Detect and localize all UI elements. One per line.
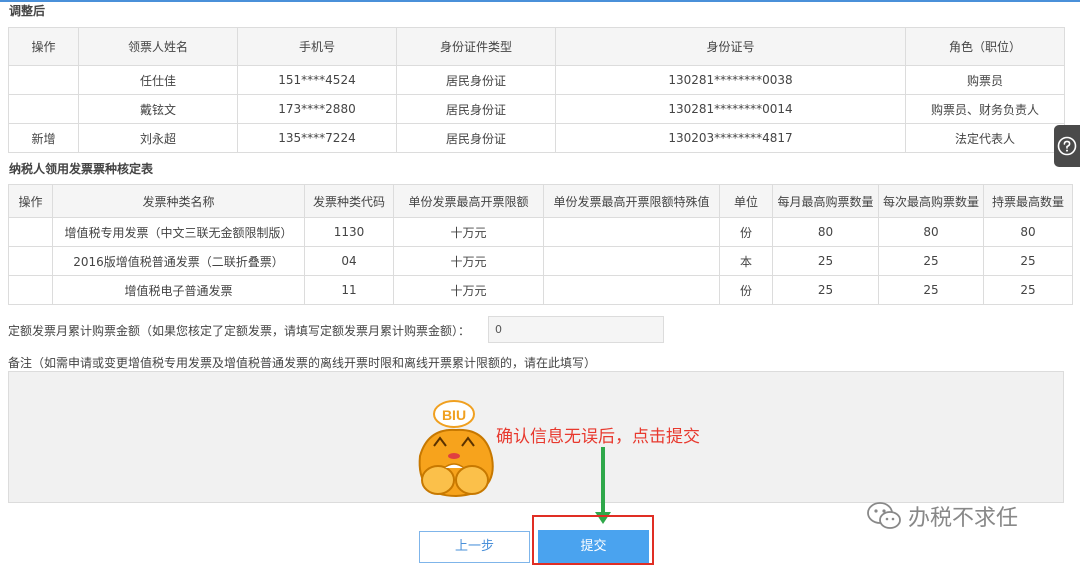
col-header: 持票最高数量 [983, 184, 1073, 218]
cell-max-amount: 十万元 [393, 246, 544, 276]
cell-special-value [543, 246, 720, 276]
cell-id-number: 130281********0014 [555, 94, 906, 124]
col-header: 单份发票最高开票限额 [393, 184, 544, 218]
cell-monthly-max: 25 [772, 275, 879, 305]
col-header: 每次最高购票数量 [878, 184, 984, 218]
cell-name: 戴铉文 [78, 94, 238, 124]
cell-holding-max: 25 [983, 246, 1073, 276]
submit-button[interactable]: 提交 [538, 530, 649, 563]
top-rule [0, 0, 1080, 2]
table-row: 增值税电子普通发票 11 十万元 份 25 25 25 [8, 275, 1073, 305]
cell-id-type: 居民身份证 [396, 65, 556, 95]
col-header: 操作 [8, 27, 79, 66]
table-row: 任仕佳 151****4524 居民身份证 130281********0038… [8, 65, 1065, 95]
cell-action: 新增 [8, 123, 79, 153]
cell-id-type: 居民身份证 [396, 123, 556, 153]
cell-invoice-name: 2016版增值税普通发票（二联折叠票） [52, 246, 305, 276]
cell-role: 购票员、财务负责人 [905, 94, 1065, 124]
table-row: 戴铉文 173****2880 居民身份证 130281********0014… [8, 94, 1065, 124]
cell-invoice-name: 增值税电子普通发票 [52, 275, 305, 305]
remarks-label: 备注（如需申请或变更增值税专用发票及增值税普通发票的离线开票时限和离线开票累计限… [8, 356, 597, 370]
cell-monthly-max: 25 [772, 246, 879, 276]
table-header-row: 操作 发票种类名称 发票种类代码 单份发票最高开票限额 单份发票最高开票限额特殊… [8, 184, 1073, 218]
cell-phone: 135****7224 [237, 123, 397, 153]
col-header: 每月最高购票数量 [772, 184, 879, 218]
pointer-arrow-shaft [601, 447, 605, 515]
cell-max-amount: 十万元 [393, 275, 544, 305]
watermark-text: 办税不求任 [908, 506, 1019, 531]
question-icon [1057, 136, 1077, 156]
col-header: 操作 [8, 184, 53, 218]
cell-holding-max: 80 [983, 217, 1073, 247]
amount-label: 定额发票月累计购票金额（如果您核定了定额发票，请填写定额发票月累计购票金额）： [8, 324, 471, 338]
cell-phone: 173****2880 [237, 94, 397, 124]
cell-per-purchase-max: 25 [878, 275, 984, 305]
cell-id-type: 居民身份证 [396, 94, 556, 124]
cell-action [8, 94, 79, 124]
cell-invoice-name: 增值税专用发票（中文三联无金额限制版） [52, 217, 305, 247]
cell-special-value [543, 275, 720, 305]
wechat-icon [867, 502, 901, 529]
col-header: 发票种类代码 [304, 184, 394, 218]
mascot-illustration: BIU [418, 400, 494, 498]
table-row: 增值税专用发票（中文三联无金额限制版） 1130 十万元 份 80 80 80 [8, 217, 1073, 247]
cell-holding-max: 25 [983, 275, 1073, 305]
amount-input[interactable]: 0 [488, 316, 664, 343]
watermark: 办税不求任 [866, 500, 1018, 532]
ticket-collector-table: 操作 领票人姓名 手机号 身份证件类型 身份证号 角色（职位） 任仕佳 151*… [8, 27, 1065, 153]
cell-invoice-code: 04 [304, 246, 394, 276]
col-header: 手机号 [237, 27, 397, 66]
cell-role: 购票员 [905, 65, 1065, 95]
cell-action [8, 217, 53, 247]
cell-role: 法定代表人 [905, 123, 1065, 153]
cell-id-number: 130281********0038 [555, 65, 906, 95]
cell-name: 任仕佳 [78, 65, 238, 95]
table-row: 新增 刘永超 135****7224 居民身份证 130203********4… [8, 123, 1065, 153]
cell-unit: 份 [719, 217, 773, 247]
cell-invoice-code: 1130 [304, 217, 394, 247]
col-header: 发票种类名称 [52, 184, 305, 218]
cell-special-value [543, 217, 720, 247]
col-header: 单位 [719, 184, 773, 218]
cell-unit: 份 [719, 275, 773, 305]
help-button[interactable] [1054, 125, 1080, 167]
col-header: 单份发票最高开票限额特殊值 [543, 184, 720, 218]
cell-phone: 151****4524 [237, 65, 397, 95]
previous-step-button[interactable]: 上一步 [419, 531, 530, 563]
table-header-row: 操作 领票人姓名 手机号 身份证件类型 身份证号 角色（职位） [8, 27, 1065, 66]
cell-name: 刘永超 [78, 123, 238, 153]
cell-invoice-code: 11 [304, 275, 394, 305]
col-header: 领票人姓名 [78, 27, 238, 66]
instruction-callout: 确认信息无误后，点击提交 [496, 427, 700, 447]
cell-monthly-max: 80 [772, 217, 879, 247]
cell-per-purchase-max: 80 [878, 217, 984, 247]
cell-max-amount: 十万元 [393, 217, 544, 247]
cell-id-number: 130203********4817 [555, 123, 906, 153]
cell-action [8, 65, 79, 95]
table-row: 2016版增值税普通发票（二联折叠票） 04 十万元 本 25 25 25 [8, 246, 1073, 276]
section-title-invoice-types: 纳税人领用发票票种核定表 [9, 162, 154, 176]
cell-action [8, 275, 53, 305]
invoice-type-table: 操作 发票种类名称 发票种类代码 单份发票最高开票限额 单份发票最高开票限额特殊… [8, 184, 1073, 305]
cell-action [8, 246, 53, 276]
col-header: 角色（职位） [905, 27, 1065, 66]
col-header: 身份证号 [555, 27, 906, 66]
cell-per-purchase-max: 25 [878, 246, 984, 276]
section-title-adjusted: 调整后 [9, 4, 46, 18]
cell-unit: 本 [719, 246, 773, 276]
col-header: 身份证件类型 [396, 27, 556, 66]
mascot-speech-text: BIU [442, 407, 466, 423]
